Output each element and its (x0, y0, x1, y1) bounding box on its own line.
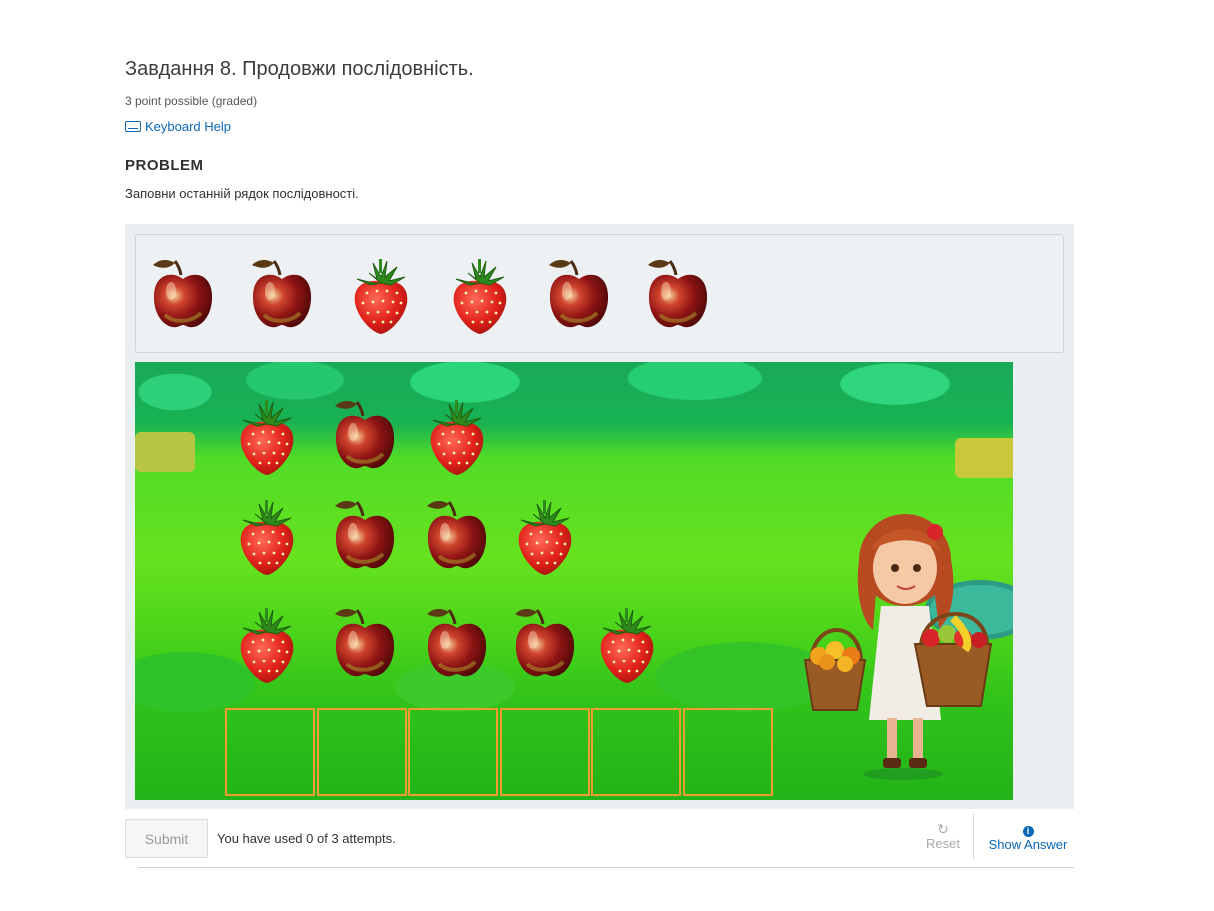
draggable-apple[interactable] (150, 255, 216, 335)
draggable-strawberry[interactable] (447, 255, 513, 335)
sequence-strawberry (235, 396, 299, 476)
bottom-divider (138, 867, 1074, 868)
keyboard-help-link[interactable]: Keyboard Help (125, 119, 231, 134)
refresh-icon: ↻ (937, 821, 949, 837)
drop-slot[interactable] (316, 708, 407, 796)
divider (973, 814, 974, 860)
points-text: 3 point possible (graded) (125, 94, 258, 108)
draggable-apple[interactable] (546, 255, 612, 335)
grass-patch (135, 432, 195, 472)
info-icon: i (1022, 826, 1034, 837)
sequence-strawberry (425, 396, 489, 476)
drop-slot[interactable] (225, 708, 315, 796)
show-answer-label: Show Answer (988, 837, 1068, 852)
sequence-strawberry (513, 496, 577, 576)
sequence-strawberry (235, 496, 299, 576)
action-bar: Submit You have used 0 of 3 attempts. ↻ … (125, 814, 1074, 868)
reset-label: Reset (926, 836, 960, 851)
item-tray (135, 234, 1064, 353)
drop-slot[interactable] (408, 708, 498, 796)
reset-button[interactable]: ↻ Reset (915, 822, 971, 851)
sequence-apple (333, 496, 397, 576)
problem-title: Завдання 8. Продовжи послідовність. (125, 58, 474, 80)
draggable-apple[interactable] (645, 255, 711, 335)
show-answer-button[interactable]: i Show Answer (983, 822, 1073, 852)
drop-slot[interactable] (499, 708, 590, 796)
draggable-apple[interactable] (249, 255, 315, 335)
sequence-strawberry (235, 604, 299, 684)
sequence-apple (333, 396, 397, 476)
sequence-apple (425, 496, 489, 576)
attempts-text: You have used 0 of 3 attempts. (217, 831, 396, 846)
grass-patch (955, 438, 1013, 478)
instruction-text: Заповни останній рядок послідовності. (125, 186, 359, 201)
section-heading: PROBLEM (125, 157, 204, 174)
sequence-apple (425, 604, 489, 684)
drop-slot[interactable] (682, 708, 773, 796)
target-scene (135, 362, 1013, 800)
keyboard-icon (125, 121, 141, 132)
sequence-apple (333, 604, 397, 684)
drop-slot[interactable] (591, 708, 681, 796)
keyboard-help-label: Keyboard Help (145, 119, 231, 134)
sequence-strawberry (595, 604, 659, 684)
sequence-apple (513, 604, 577, 684)
draggable-strawberry[interactable] (348, 255, 414, 335)
girl-character (803, 514, 993, 780)
submit-button[interactable]: Submit (125, 819, 208, 858)
